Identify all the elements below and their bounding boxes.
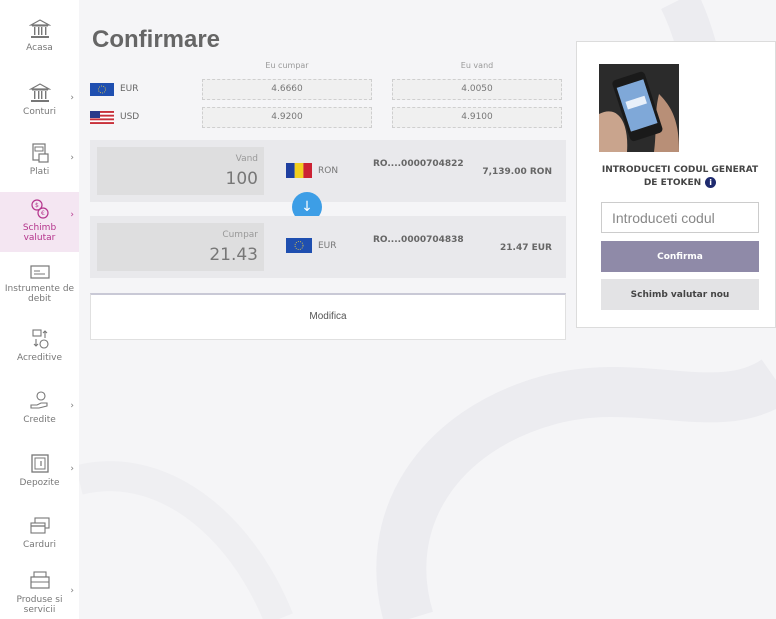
- new-exchange-button[interactable]: Schimb valutar nou: [601, 279, 759, 310]
- sell-account-number: RO....0000704822: [373, 159, 464, 169]
- sell-amount: 100: [225, 169, 258, 189]
- etoken-panel: INTRODUCETI CODUL GENERAT DE ETOKENi Con…: [576, 41, 776, 328]
- sidebar-item-label: Credite: [23, 415, 56, 425]
- eu-flag-icon: [90, 83, 114, 96]
- buy-amount: 21.43: [209, 245, 258, 265]
- products-register-icon: [29, 571, 50, 589]
- buy-column-header: Eu cumpar: [265, 61, 309, 70]
- sidebar-item-label: Acreditive: [16, 353, 63, 363]
- sidebar-item-acreditive[interactable]: Acreditive: [0, 328, 79, 372]
- sell-account-balance: 7,139.00 RON: [482, 167, 552, 177]
- buy-amount-box: Cumpar 21.43: [97, 223, 264, 271]
- sell-rate: 4.9100: [392, 107, 562, 128]
- etoken-phone-image: [599, 64, 679, 152]
- info-icon[interactable]: i: [705, 177, 717, 188]
- sidebar-item-conturi[interactable]: Conturi ›: [0, 82, 79, 126]
- buy-account-balance: 21.47 EUR: [500, 243, 552, 253]
- chevron-right-icon: ›: [70, 586, 74, 596]
- sidebar-item-label: Depozite: [19, 478, 60, 488]
- sidebar-item-acasa[interactable]: Acasa: [0, 18, 79, 64]
- sidebar-item-depozite[interactable]: Depozite ›: [0, 453, 79, 497]
- etoken-code-input[interactable]: [601, 202, 759, 233]
- modify-button[interactable]: Modifica: [90, 293, 566, 340]
- chevron-right-icon: ›: [70, 401, 74, 411]
- sidebar-item-label: Instrumente de debit: [4, 284, 75, 304]
- sell-rate: 4.0050: [392, 79, 562, 100]
- buy-label: Cumpar: [222, 230, 258, 240]
- us-flag-icon: [90, 111, 114, 124]
- main-content: Confirmare Eu cumpar Eu vand EUR 4.6660 …: [79, 0, 776, 619]
- sidebar-item-instrumente-de-debit[interactable]: Instrumente de debit: [0, 263, 79, 317]
- bank-icon: [28, 19, 51, 38]
- currency-exchange-icon: $ €: [30, 199, 49, 219]
- chevron-right-icon: ›: [70, 153, 74, 163]
- page-title: Confirmare: [92, 26, 221, 53]
- arrow-down-icon: ↓: [301, 199, 313, 215]
- letter-of-credit-icon: [31, 329, 49, 349]
- sell-currency-code: RON: [318, 166, 339, 176]
- svg-text:€: €: [41, 210, 45, 217]
- currency-code: EUR: [120, 84, 139, 94]
- currency-code: USD: [120, 112, 140, 122]
- etoken-title-text: INTRODUCETI CODUL GENERAT DE ETOKEN: [601, 165, 759, 188]
- chevron-right-icon: ›: [70, 464, 74, 474]
- sidebar-item-credite[interactable]: Credite ›: [0, 390, 79, 434]
- chevron-right-icon: ›: [70, 93, 74, 103]
- sidebar-item-schimb-valutar[interactable]: $ € Schimb valutar ›: [0, 192, 79, 252]
- sidebar-item-label: Acasa: [26, 43, 53, 53]
- deposit-safe-icon: [30, 454, 49, 473]
- rate-row: USD 4.9200 4.9100: [90, 107, 570, 129]
- sidebar: Acasa Conturi › Plati › $ € Schimb valut…: [0, 0, 79, 619]
- sidebar-item-label: Conturi: [23, 107, 56, 117]
- sidebar-item-produse-si-servicii[interactable]: Produse si servicii ›: [0, 570, 79, 619]
- sidebar-item-label: Produse si servicii: [16, 595, 63, 615]
- sidebar-item-label: Plati: [29, 167, 50, 177]
- chevron-right-icon: ›: [70, 210, 74, 220]
- ro-flag-icon: [286, 163, 312, 178]
- sidebar-item-label: Carduri: [23, 540, 56, 550]
- eu-flag-icon: [286, 238, 312, 253]
- rate-row: EUR 4.6660 4.0050: [90, 79, 570, 101]
- buy-rate: 4.9200: [202, 107, 372, 128]
- sidebar-item-label: Schimb valutar: [22, 223, 57, 243]
- cards-icon: [29, 517, 50, 534]
- confirm-button[interactable]: Confirma: [601, 241, 759, 272]
- sell-block: Vand 100 RON RO....0000704822 7,139.00 R…: [90, 140, 566, 202]
- etoken-instructions: INTRODUCETI CODUL GENERAT DE ETOKEN i: [595, 164, 765, 190]
- sidebar-item-plati[interactable]: Plati ›: [0, 142, 79, 186]
- sell-amount-box: Vand 100: [97, 147, 264, 195]
- payments-icon: [31, 143, 49, 163]
- svg-text:$: $: [35, 202, 39, 209]
- buy-rate: 4.6660: [202, 79, 372, 100]
- debit-instrument-icon: [29, 265, 50, 279]
- bank-icon: [28, 83, 51, 102]
- sidebar-item-carduri[interactable]: Carduri: [0, 515, 79, 555]
- loan-hand-icon: [29, 391, 48, 409]
- sell-column-header: Eu vand: [460, 61, 494, 70]
- sell-label: Vand: [235, 154, 258, 164]
- buy-account-number: RO....0000704838: [373, 235, 464, 245]
- buy-currency-code: EUR: [318, 241, 337, 251]
- buy-block: Cumpar 21.43 EUR RO....0000704838 21.47 …: [90, 216, 566, 278]
